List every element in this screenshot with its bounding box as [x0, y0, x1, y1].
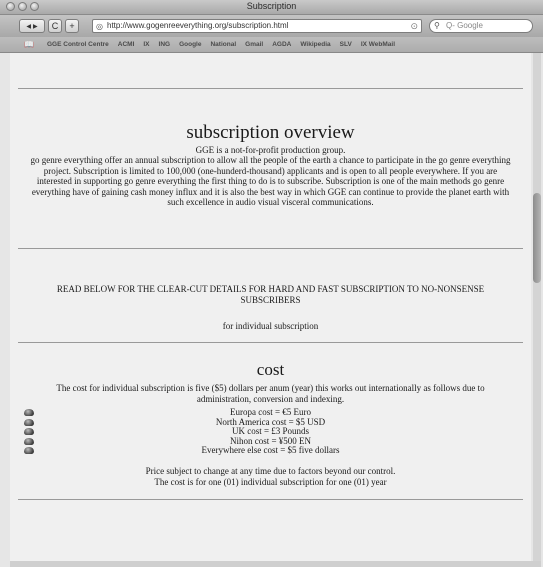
divider: [18, 88, 523, 89]
page-content: subscription overview GGE is a not-for-p…: [10, 53, 531, 561]
individual-subscription-text: for individual subscription: [222, 321, 319, 331]
tagline: GGE is a not-for-profit production group…: [195, 145, 346, 155]
bullet-icon: [24, 437, 34, 445]
browser-window: Subscription ◀ ▶ C + ◎ http://www.gogenr…: [0, 0, 543, 567]
status-strip: [10, 561, 541, 567]
address-reload-icon[interactable]: ⊙: [410, 20, 418, 32]
reload-button[interactable]: C: [48, 19, 62, 33]
bookmarks-book-icon[interactable]: 📖: [24, 40, 34, 49]
divider: [18, 342, 523, 343]
cost-heading: cost: [256, 360, 285, 379]
bookmark-item[interactable]: GGE Control Centre: [47, 41, 109, 48]
bullet-icon: [24, 409, 34, 416]
bookmark-item[interactable]: SLV: [340, 41, 352, 48]
browser-toolbar: ◀ ▶ C + ◎ http://www.gogenreeverything.o…: [0, 15, 543, 37]
back-icon[interactable]: ◀: [26, 23, 31, 30]
notice-text: READ BELOW FOR THE CLEAR-CUT DETAILS FOR…: [56, 284, 485, 305]
search-field[interactable]: ⚲ Q- Google: [429, 19, 533, 33]
bookmark-item[interactable]: Wikipedia: [300, 41, 330, 48]
duration-note: The cost is for one (01) individual subs…: [154, 477, 387, 487]
site-icon: ◎: [96, 22, 103, 31]
price-note: Price subject to change at any time due …: [145, 466, 396, 476]
bookmarks-list: GGE Control Centre ACMI IX ING Google Nationa…: [47, 41, 395, 48]
intro-paragraph: go genre everything offer an annual subs…: [30, 155, 511, 207]
window-title: Subscription: [246, 1, 297, 11]
add-bookmark-button[interactable]: +: [65, 19, 79, 33]
vertical-scrollbar[interactable]: [533, 53, 541, 561]
bookmark-item[interactable]: Gmail: [245, 41, 263, 48]
nav-buttons: ◀ ▶ C +: [19, 19, 79, 33]
page-heading: subscription overview: [186, 122, 355, 143]
bookmark-item[interactable]: ACMI: [118, 41, 135, 48]
price-item: Everywhere else cost = $5 five dollars: [10, 445, 531, 456]
bullet-icon: [24, 428, 34, 435]
bullet-icon: [24, 447, 34, 454]
bookmark-item[interactable]: National: [210, 41, 236, 48]
search-placeholder[interactable]: Q- Google: [446, 21, 483, 30]
bookmark-item[interactable]: ING: [159, 41, 171, 48]
title-bar: Subscription: [0, 0, 543, 15]
divider: [18, 499, 523, 500]
cost-description: The cost for individual subscription is …: [56, 383, 485, 404]
forward-icon[interactable]: ▶: [33, 23, 38, 30]
divider: [18, 248, 523, 249]
price-list: Europa cost = €5 Euro North America cost…: [10, 407, 531, 456]
bookmark-item[interactable]: IX WebMail: [361, 41, 395, 48]
bullet-icon: [24, 418, 34, 426]
back-forward-button[interactable]: ◀ ▶: [19, 19, 45, 33]
scrollbar-thumb[interactable]: [533, 193, 541, 283]
url-text[interactable]: http://www.gogenreeverything.org/subscri…: [107, 21, 288, 30]
bookmark-item[interactable]: AGDA: [272, 41, 291, 48]
bookmark-item[interactable]: Google: [179, 41, 201, 48]
bookmark-item[interactable]: IX: [143, 41, 149, 48]
bookmarks-bar: 📖 GGE Control Centre ACMI IX ING Google Natio…: [0, 37, 543, 53]
search-icon: ⚲: [434, 21, 440, 30]
address-bar[interactable]: ◎ http://www.gogenreeverything.org/subsc…: [92, 19, 422, 33]
